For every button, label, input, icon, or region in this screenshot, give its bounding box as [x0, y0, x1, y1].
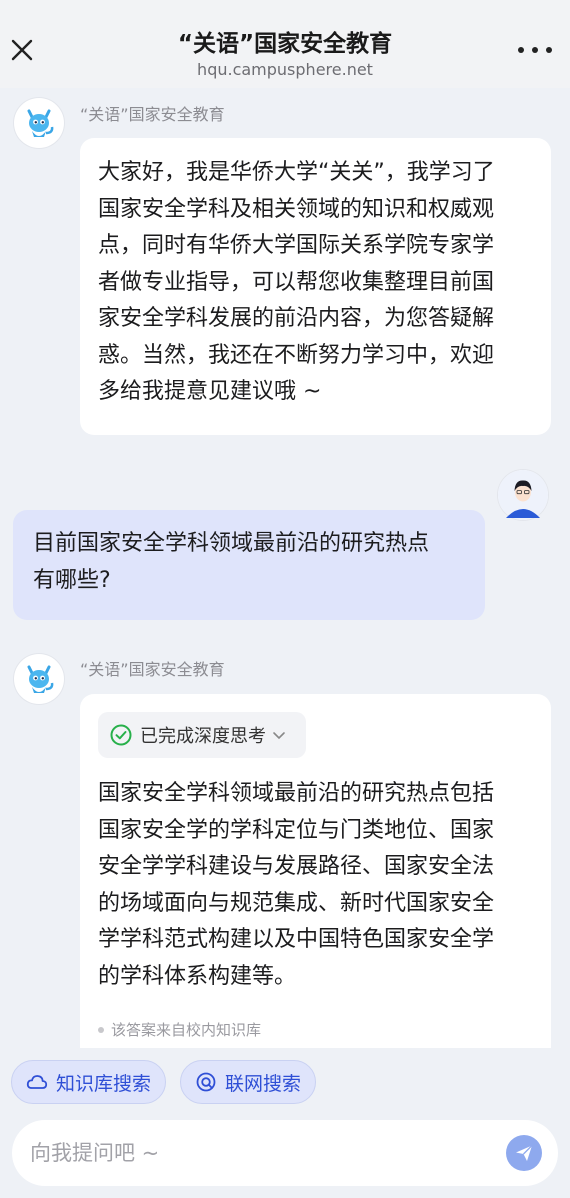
web-search-button[interactable]: 联网搜索	[180, 1060, 317, 1104]
user-avatar[interactable]	[498, 470, 548, 520]
knowledge-base-search-button[interactable]: 知识库搜索	[11, 1060, 167, 1104]
bot-message-text: 国家安全学科领域最前沿的研究热点包括 国家安全学的学科定位与门类地位、国家 安全…	[80, 776, 512, 995]
chevron-down-icon	[273, 732, 285, 740]
bot-sender-name: “关语”国家安全教育	[80, 660, 225, 679]
cloud-icon	[26, 1071, 48, 1093]
text-line: 的学科体系构建等。	[98, 963, 297, 989]
text-line: 的场域面向与规范集成、新时代国家安全	[98, 890, 495, 916]
text-line: 国家安全学科领域最前沿的研究热点包括	[98, 781, 495, 806]
user-avatar-icon	[498, 470, 548, 520]
source-note-text: 该答案来自校内知识库	[111, 1021, 262, 1039]
user-message-bubble: 目前国家安全学科领域最前沿的研究热点 有哪些?	[13, 510, 485, 620]
mascot-icon	[27, 665, 54, 693]
deep-thinking-toggle[interactable]: 已完成深度思考	[98, 712, 306, 758]
bot-message-bubble: 大家好，我是华侨大学“关关”，我学习了 国家安全学科及相关领域的知识和权威观 点…	[80, 138, 551, 435]
text-line: 有哪些?	[33, 567, 111, 593]
source-note: 该答案来自校内知识库	[98, 1019, 261, 1040]
send-icon	[516, 1145, 533, 1161]
text-line: 目前国家安全学科领域最前沿的研究热点	[33, 531, 430, 556]
text-line: 家安全学科发展的前沿内容，为您答疑解	[98, 306, 495, 331]
more-button[interactable]	[518, 40, 552, 60]
text-line: 大家好，我是华侨大学“关关”，我学习了	[98, 160, 495, 185]
bot-avatar[interactable]	[14, 98, 64, 148]
web-search-label: 联网搜索	[225, 1072, 302, 1095]
text-line: 国家安全学科及相关领域的知识和权威观	[98, 196, 495, 222]
message-input-bar	[12, 1120, 558, 1186]
text-line: 学学科范式构建以及中国特色国家安全学	[98, 927, 495, 952]
bot-sender-name: “关语”国家安全教育	[80, 105, 225, 124]
bottom-panel: 知识库搜索 联网搜索	[0, 1048, 570, 1198]
deep-thinking-label: 已完成深度思考	[140, 726, 266, 747]
more-dot	[546, 47, 552, 53]
text-line: 惑。当然，我还在不断努力学习中，欢迎	[98, 342, 495, 368]
bot-avatar[interactable]	[14, 654, 64, 704]
page-title: “关语”国家安全教育	[177, 31, 393, 57]
more-dots-icon	[518, 47, 524, 53]
knowledge-base-search-label: 知识库搜索	[56, 1072, 152, 1095]
send-button[interactable]	[506, 1135, 542, 1171]
text-line: 多给我提意见建议哦 ~	[98, 379, 322, 404]
text-line: 点，同时有华侨大学国际关系学院专家学	[98, 233, 495, 258]
text-line: 者做专业指导，可以帮您收集整理目前国	[98, 269, 495, 295]
page-url: hqu.campusphere.net	[197, 60, 373, 79]
text-line: 安全学学科建设与发展路径、国家安全法	[98, 854, 495, 879]
bullet-dot-icon	[98, 1026, 104, 1033]
more-dot	[532, 47, 538, 53]
bot-message-text: 大家好，我是华侨大学“关关”，我学习了 国家安全学科及相关领域的知识和权威观 点…	[80, 155, 551, 411]
check-circle-icon	[110, 724, 132, 746]
globe-search-icon	[195, 1071, 217, 1093]
message-input[interactable]	[30, 1141, 470, 1165]
bot-message-bubble: 已完成深度思考 国家安全学科领域最前沿的研究热点包括 国家安全学的学科定位与门类…	[80, 694, 551, 1048]
top-bar: “关语”国家安全教育 hqu.campusphere.net	[0, 0, 570, 88]
text-line: 国家安全学的学科定位与门类地位、国家	[98, 817, 495, 843]
mascot-icon	[27, 109, 54, 137]
